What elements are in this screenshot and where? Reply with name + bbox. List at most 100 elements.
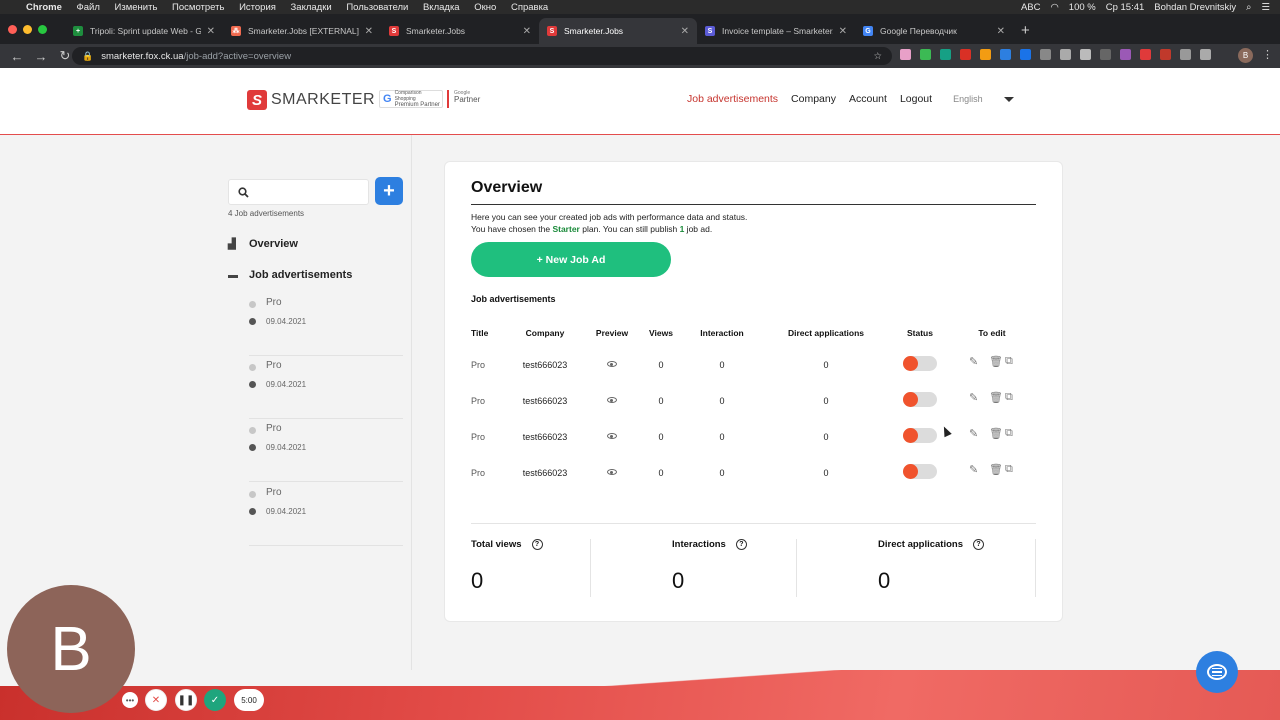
extensions-puzzle-icon[interactable]	[1180, 49, 1191, 60]
help-icon[interactable]: ?	[735, 539, 747, 550]
trash-icon[interactable]: 🗑	[989, 427, 1003, 440]
menu-edit[interactable]: Изменить	[115, 2, 158, 13]
sidebar-item-job-advertisements[interactable]: ▬ Job advertisements	[228, 269, 352, 281]
new-job-ad-button[interactable]: + New Job Ad	[471, 242, 671, 277]
preview-eye-icon[interactable]	[607, 469, 617, 475]
zoom-window-button[interactable]	[38, 24, 47, 34]
browser-tab[interactable]: + Tripoli: Sprint update Web - Go ✕	[65, 18, 223, 44]
sidebar-job-item[interactable]: Pro 09.04.2021	[249, 293, 403, 356]
copy-icon[interactable]: ⧉	[1005, 427, 1013, 440]
close-tab-icon[interactable]: ✕	[365, 26, 373, 37]
new-tab-icon[interactable]: +	[1021, 22, 1030, 39]
trash-icon[interactable]: 🗑	[989, 355, 1003, 368]
sidebar-job-item[interactable]: Pro 09.04.2021	[249, 356, 403, 419]
extension-icon[interactable]	[1040, 49, 1051, 60]
wifi-icon[interactable]: ◠	[1050, 2, 1058, 13]
help-icon[interactable]: ?	[531, 539, 543, 550]
control-center-icon[interactable]: ☰	[1261, 2, 1270, 13]
extension-icon[interactable]	[1020, 49, 1031, 60]
browser-tab[interactable]: S Invoice template – Smarketer.J ✕	[697, 18, 855, 44]
extension-icon[interactable]	[1080, 49, 1091, 60]
battery-status[interactable]: 100 %	[1069, 2, 1096, 13]
chevron-down-icon[interactable]	[1003, 96, 1014, 102]
pause-recording-button[interactable]: ❚❚	[175, 689, 197, 711]
extension-icon[interactable]	[1000, 49, 1011, 60]
preview-eye-icon[interactable]	[607, 397, 617, 403]
nav-account[interactable]: Account	[849, 93, 887, 105]
nav-job-advertisements[interactable]: Job advertisements	[687, 93, 778, 105]
lock-icon[interactable]: 🔒	[82, 51, 93, 62]
extension-icon[interactable]	[1100, 49, 1111, 60]
profile-avatar[interactable]: B	[1238, 48, 1253, 63]
trash-icon[interactable]: 🗑	[989, 391, 1003, 404]
close-tab-icon[interactable]: ✕	[207, 26, 215, 37]
spotlight-icon[interactable]: ⌕	[1246, 2, 1251, 13]
sidebar-job-item[interactable]: Pro 09.04.2021	[249, 419, 403, 482]
close-window-button[interactable]	[8, 24, 17, 34]
menu-help[interactable]: Справка	[511, 2, 548, 13]
status-toggle[interactable]	[903, 428, 937, 443]
help-icon[interactable]: ?	[973, 539, 984, 550]
close-tab-icon[interactable]: ✕	[997, 26, 1005, 37]
extension-icon[interactable]	[1140, 49, 1151, 60]
edit-icon[interactable]: ✎	[969, 463, 978, 476]
browser-tab[interactable]: ⁂ Smarketer.Jobs [EXTERNAL] ✕	[223, 18, 381, 44]
copy-icon[interactable]: ⧉	[1005, 391, 1013, 404]
reload-icon[interactable]: ↻	[58, 48, 72, 64]
edit-icon[interactable]: ✎	[969, 391, 978, 404]
extension-icon[interactable]	[920, 49, 931, 60]
preview-eye-icon[interactable]	[607, 361, 617, 367]
menu-file[interactable]: Файл	[77, 2, 100, 13]
menu-bookmarks[interactable]: Закладки	[291, 2, 332, 13]
extension-icon[interactable]	[1060, 49, 1071, 60]
forward-icon[interactable]: →	[34, 49, 48, 64]
search-input[interactable]	[228, 179, 369, 205]
browser-tab[interactable]: G Google Переводчик ✕	[855, 18, 1013, 44]
menu-history[interactable]: История	[239, 2, 276, 13]
status-toggle[interactable]	[903, 464, 937, 479]
close-tab-icon[interactable]: ✕	[523, 26, 531, 37]
menu-users[interactable]: Пользователи	[346, 2, 408, 13]
cancel-recording-button[interactable]: ✕	[145, 689, 167, 711]
clock[interactable]: Ср 15:41	[1106, 2, 1145, 13]
adblock-icon[interactable]	[960, 49, 971, 60]
back-icon[interactable]: ←	[10, 49, 24, 64]
chat-button[interactable]	[1196, 651, 1238, 693]
reading-list-icon[interactable]	[1200, 49, 1211, 60]
copy-icon[interactable]: ⧉	[1005, 463, 1013, 476]
edit-icon[interactable]: ✎	[969, 355, 978, 368]
chrome-menu-icon[interactable]: ⋮	[1262, 48, 1273, 61]
close-tab-icon[interactable]: ✕	[681, 26, 689, 37]
menu-window[interactable]: Окно	[474, 2, 496, 13]
minimize-window-button[interactable]	[23, 24, 32, 34]
user-name[interactable]: Bohdan Drevnitskiy	[1154, 2, 1236, 13]
trash-icon[interactable]: 🗑	[989, 463, 1003, 476]
url-field[interactable]: 🔒 smarketer.fox.ck.ua/job-add?active=ove…	[72, 47, 892, 65]
status-toggle[interactable]	[903, 356, 937, 371]
smarketer-logo[interactable]: S SMARKETER	[247, 90, 375, 110]
extension-icon[interactable]	[1160, 49, 1171, 60]
bookmark-star-icon[interactable]: ☆	[873, 51, 882, 62]
more-icon[interactable]: •••	[122, 692, 138, 708]
finish-recording-button[interactable]: ✓	[204, 689, 226, 711]
copy-icon[interactable]: ⧉	[1005, 355, 1013, 368]
browser-tab-active[interactable]: S Smarketer.Jobs ✕	[539, 18, 697, 44]
edit-icon[interactable]: ✎	[969, 427, 978, 440]
close-tab-icon[interactable]: ✕	[839, 26, 847, 37]
add-job-button[interactable]: +	[375, 177, 403, 205]
nav-logout[interactable]: Logout	[900, 93, 932, 105]
input-source[interactable]: ABC	[1021, 2, 1041, 13]
extension-icon[interactable]	[980, 49, 991, 60]
sidebar-item-overview[interactable]: ▟ Overview	[228, 238, 298, 250]
nav-company[interactable]: Company	[791, 93, 836, 105]
extension-icon[interactable]	[900, 49, 911, 60]
menu-tab[interactable]: Вкладка	[423, 2, 460, 13]
grammarly-icon[interactable]	[940, 49, 951, 60]
menu-app[interactable]: Chrome	[26, 2, 62, 13]
preview-eye-icon[interactable]	[607, 433, 617, 439]
extension-icon[interactable]	[1120, 49, 1131, 60]
browser-tab[interactable]: S Smarketer.Jobs ✕	[381, 18, 539, 44]
status-toggle[interactable]	[903, 392, 937, 407]
menu-view[interactable]: Посмотреть	[172, 2, 224, 13]
language-select[interactable]: English	[953, 94, 983, 104]
